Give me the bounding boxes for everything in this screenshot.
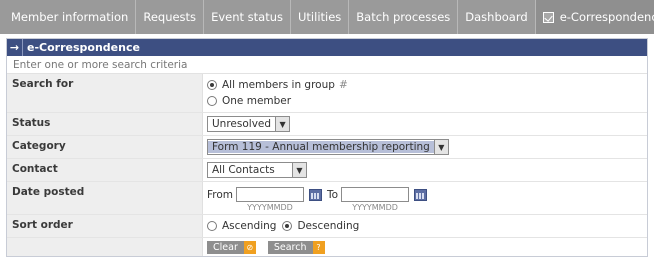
row-search-for: Search for All members in group # One me… xyxy=(7,74,647,113)
radio-descending-icon[interactable] xyxy=(282,221,293,231)
clear-button-label: Clear xyxy=(213,241,238,253)
contact-field: All Contacts ▼ xyxy=(203,159,647,181)
panel-header: → e-Correspondence xyxy=(7,39,647,56)
status-select[interactable]: Unresolved ▼ xyxy=(207,116,291,132)
top-navigation: Member information Requests Event status… xyxy=(0,0,654,34)
date-to-label: To xyxy=(327,189,339,201)
actions-label-cell xyxy=(7,238,203,256)
radio-one-member-icon[interactable] xyxy=(207,96,217,106)
radio-all-members-icon[interactable] xyxy=(207,80,217,90)
sort-order-label: Sort order xyxy=(7,215,203,237)
date-posted-field: From YYYYMMDD To YYYYMMDD xyxy=(203,182,647,214)
search-for-field: All members in group # One member xyxy=(203,74,647,112)
search-help-icon: ? xyxy=(312,240,325,254)
date-to-group: YYYYMMDD xyxy=(341,187,410,212)
category-label: Category xyxy=(7,136,203,158)
nav-member-information[interactable]: Member information xyxy=(0,0,137,34)
arrow-right-icon[interactable]: → xyxy=(7,39,23,56)
contact-select-value: All Contacts xyxy=(212,164,275,176)
date-posted-label: Date posted xyxy=(7,182,203,214)
radio-all-members-label: All members in group xyxy=(222,79,335,91)
nav-batch-processes[interactable]: Batch processes xyxy=(349,0,459,34)
search-for-label: Search for xyxy=(7,74,203,112)
checkmark-icon xyxy=(542,11,554,23)
group-number-marker: # xyxy=(338,79,348,91)
row-status: Status Unresolved ▼ xyxy=(7,113,647,136)
date-from-format-hint: YYYYMMDD xyxy=(247,203,293,212)
contact-label: Contact xyxy=(7,159,203,181)
date-to-input[interactable] xyxy=(341,187,410,202)
actions-field: Clear ⊘ Search ? xyxy=(203,238,329,256)
nav-utilities[interactable]: Utilities xyxy=(291,0,350,34)
search-button-label: Search xyxy=(273,241,307,253)
date-to-format-hint: YYYYMMDD xyxy=(352,203,398,212)
row-contact: Contact All Contacts ▼ xyxy=(7,159,647,182)
row-category: Category Form 119 - Annual membership re… xyxy=(7,136,647,159)
nav-e-correspondence-label: e-Correspondence xyxy=(559,10,654,24)
contact-select[interactable]: All Contacts ▼ xyxy=(207,162,307,178)
clear-button[interactable]: Clear ⊘ xyxy=(207,240,256,254)
chevron-down-icon[interactable]: ▼ xyxy=(292,163,306,177)
sort-order-field: Ascending Descending xyxy=(203,215,647,237)
status-select-value: Unresolved xyxy=(212,118,272,130)
category-select[interactable]: Form 119 - Annual membership reporting ▼ xyxy=(207,139,449,155)
radio-ascending-label: Ascending xyxy=(222,220,277,232)
status-field: Unresolved ▼ xyxy=(203,113,647,135)
row-actions: Clear ⊘ Search ? xyxy=(7,238,647,256)
date-from-group: YYYYMMDD xyxy=(236,187,305,212)
chevron-down-icon[interactable]: ▼ xyxy=(275,117,290,131)
clear-icon: ⊘ xyxy=(243,240,256,254)
search-button[interactable]: Search ? xyxy=(267,240,325,254)
chevron-down-icon[interactable]: ▼ xyxy=(433,140,448,154)
panel-title: e-Correspondence xyxy=(27,41,140,54)
category-field: Form 119 - Annual membership reporting ▼ xyxy=(203,136,647,158)
radio-one-member[interactable]: One member xyxy=(207,93,291,109)
radio-ascending-icon[interactable] xyxy=(207,221,217,231)
category-select-value: Form 119 - Annual membership reporting xyxy=(208,141,434,153)
search-panel: → e-Correspondence Enter one or more sea… xyxy=(6,38,648,257)
radio-all-members[interactable]: All members in group # xyxy=(207,77,348,93)
radio-descending-label: Descending xyxy=(297,220,360,232)
nav-requests[interactable]: Requests xyxy=(136,0,205,34)
date-from-label: From xyxy=(207,189,234,201)
calendar-icon[interactable] xyxy=(309,189,323,201)
radio-one-member-label: One member xyxy=(222,95,292,107)
nav-e-correspondence[interactable]: e-Correspondence xyxy=(535,0,654,34)
status-label: Status xyxy=(7,113,203,135)
row-sort-order: Sort order Ascending Descending xyxy=(7,215,647,238)
row-date-posted: Date posted From YYYYMMDD To YYYYMMDD xyxy=(7,182,647,215)
date-from-input[interactable] xyxy=(236,187,305,202)
search-hint: Enter one or more search criteria xyxy=(7,56,647,74)
nav-event-status[interactable]: Event status xyxy=(204,0,291,34)
nav-dashboard[interactable]: Dashboard xyxy=(458,0,536,34)
calendar-icon[interactable] xyxy=(414,189,428,201)
